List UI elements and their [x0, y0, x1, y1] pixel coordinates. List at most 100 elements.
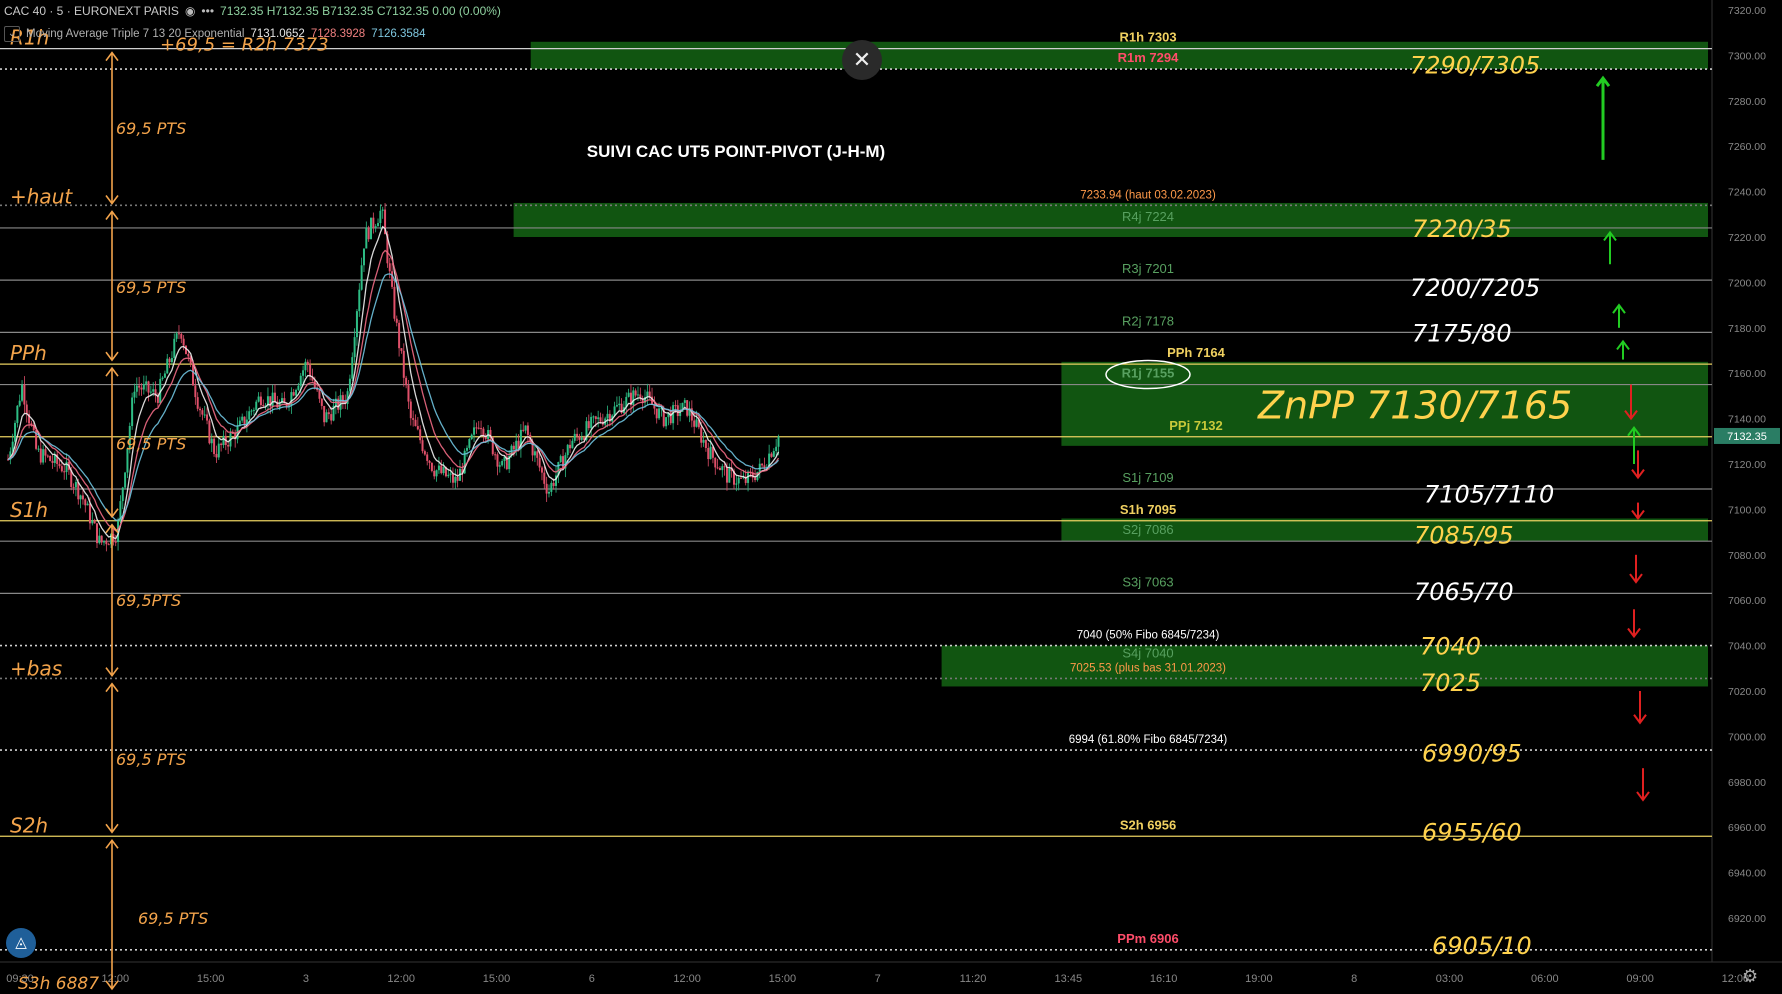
chart-canvas[interactable]: 7320.00 7300.00 7280.00 7260.00 7240.00 7220.…	[0, 0, 1782, 994]
candle-body	[133, 391, 136, 398]
candle-body	[430, 462, 433, 471]
candle-body	[391, 271, 394, 287]
candle-body	[538, 457, 541, 468]
candle-body	[196, 397, 199, 409]
pivot-label: S4j 7040	[1122, 646, 1173, 661]
candle-body	[194, 385, 197, 398]
target-label: 7105/7110	[1424, 481, 1554, 509]
candle-body	[592, 416, 595, 418]
candle-body	[25, 404, 28, 414]
x-tick-label: 3	[303, 973, 309, 985]
candle-body	[725, 466, 728, 483]
tradingview-logo-icon[interactable]: ◬	[6, 928, 36, 958]
candle-body	[95, 523, 98, 544]
candle-body	[470, 434, 473, 440]
symbol-name[interactable]: CAC 40 · 5 · EURONEXT PARIS	[4, 4, 179, 18]
candle-body	[477, 427, 480, 429]
eye-icon[interactable]: ◉	[185, 4, 195, 18]
indicator-legend[interactable]: ⌄ Moving Average Triple 7 13 20 Exponent…	[4, 26, 426, 42]
candle-body	[449, 473, 452, 475]
candle-body	[655, 408, 658, 419]
candle-body	[210, 438, 213, 444]
candle-body	[348, 378, 351, 392]
candle-body	[330, 414, 333, 421]
candle-body	[14, 422, 17, 442]
candle-body	[707, 448, 710, 460]
pivot-label: 7233.94 (haut 03.02.2023)	[1080, 189, 1216, 201]
candle-body	[632, 390, 635, 406]
candle-body	[718, 467, 721, 471]
candle-body	[772, 451, 775, 457]
candle-body	[723, 466, 726, 468]
candle-body	[480, 428, 483, 430]
candle-body	[372, 217, 375, 228]
target-label: 6990/95	[1422, 739, 1522, 767]
candle-body	[447, 474, 450, 477]
close-icon[interactable]: ✕	[842, 40, 882, 80]
x-tick-label: 7	[875, 973, 881, 985]
candle-body	[377, 223, 380, 227]
left-level-label: PPh	[10, 341, 47, 365]
gear-icon[interactable]: ⚙	[1742, 966, 1758, 987]
ma-fast-value: 7131.0652	[250, 28, 305, 40]
candle-body	[299, 375, 302, 386]
x-tick-label: 12:00	[387, 973, 415, 985]
candle-body	[379, 210, 382, 224]
candle-body	[421, 440, 424, 452]
candle-body	[423, 451, 426, 455]
y-tick-label: 7020.00	[1728, 686, 1766, 698]
candle-body	[74, 482, 77, 488]
pivot-label: R4j 7224	[1122, 209, 1174, 224]
candle-body	[728, 467, 731, 483]
candle-body	[388, 263, 391, 272]
candle-body	[63, 471, 66, 473]
candle-body	[435, 470, 438, 477]
candle-body	[737, 477, 740, 484]
gap-label: 69,5 PTS	[116, 750, 186, 769]
candle-body	[51, 460, 54, 463]
y-tick-label: 6960.00	[1728, 822, 1766, 834]
left-level-label: S1h	[10, 498, 48, 522]
right-targets: 7290/7305 7220/35 7200/7205 7175/80 ZnPP 713…	[1257, 51, 1572, 960]
chevron-down-icon[interactable]: ⌄	[4, 26, 20, 42]
more-icon[interactable]: •••	[201, 4, 214, 18]
y-tick-label: 6940.00	[1728, 868, 1766, 880]
candle-body	[39, 448, 42, 463]
y-tick-label: 7260.00	[1728, 141, 1766, 153]
pivot-label: 7040 (50% Fibo 6845/7234)	[1077, 630, 1220, 642]
candle-body	[259, 396, 262, 406]
candle-body	[93, 520, 96, 524]
candle-body	[405, 377, 408, 386]
pivot-label: R1h 7303	[1119, 30, 1176, 45]
pivot-label: 7025.53 (plus bas 31.01.2023)	[1070, 662, 1226, 674]
candle-body	[407, 385, 410, 402]
y-tick-label: 7080.00	[1728, 550, 1766, 562]
candle-body	[166, 358, 169, 374]
candle-body	[318, 390, 321, 399]
candle-body	[138, 385, 141, 388]
candle-body	[325, 412, 328, 423]
candle-body	[358, 289, 361, 312]
indicator-name[interactable]: Moving Average Triple 7 13 20 Exponentia…	[26, 28, 244, 40]
candle-body	[721, 466, 724, 471]
x-tick-labels: 09:30 12:00 15:00 3 12:00 15:00 6 12:00 15:00 7 11…	[6, 973, 1749, 985]
candle-body	[131, 397, 134, 427]
candle-body	[257, 396, 260, 402]
candle-body	[142, 383, 145, 390]
candle-body	[88, 503, 91, 524]
candle-body	[271, 392, 274, 407]
x-tick-label: 15:00	[769, 973, 797, 985]
ma-slow-value: 7126.3584	[371, 28, 426, 40]
x-tick-label: 8	[1351, 973, 1357, 985]
y-tick-label: 7120.00	[1728, 459, 1766, 471]
candle-body	[152, 389, 155, 392]
candle-body	[777, 436, 780, 447]
candle-body	[77, 482, 80, 500]
candle-body	[199, 408, 202, 411]
candle-body	[182, 338, 185, 346]
candle-body	[562, 456, 565, 469]
symbol-legend[interactable]: CAC 40 · 5 · EURONEXT PARIS ◉ ••• 7132.3…	[4, 4, 501, 18]
candle-body	[295, 389, 298, 396]
candle-body	[552, 482, 555, 486]
candle-body	[515, 440, 518, 450]
